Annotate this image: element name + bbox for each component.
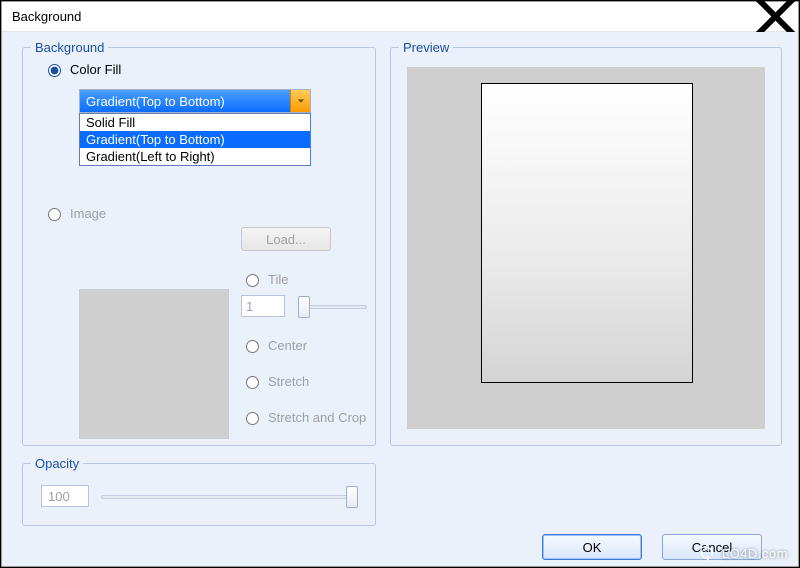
fill-type-combo-text: Gradient(Top to Bottom) xyxy=(80,90,290,112)
preview-group: Preview xyxy=(390,40,782,446)
background-group: Background Color Fill Gradient(Top to Bo… xyxy=(22,40,376,446)
opacity-group: Opacity xyxy=(22,456,376,526)
radio-tile-input[interactable] xyxy=(246,274,259,287)
preview-page xyxy=(481,83,693,383)
load-button-label: Load... xyxy=(266,232,306,247)
titlebar: Background xyxy=(2,2,798,32)
radio-stretch-crop-label: Stretch and Crop xyxy=(268,410,366,425)
dialog-window: Background Background Color Fill Gradien… xyxy=(1,1,799,567)
ok-button-label: OK xyxy=(583,540,602,555)
radio-image-label: Image xyxy=(70,206,106,221)
radio-image-input[interactable] xyxy=(48,208,61,221)
watermark: LO4D.com xyxy=(698,544,788,562)
background-legend: Background xyxy=(31,40,108,55)
radio-stretch-input[interactable] xyxy=(246,376,259,389)
preview-legend: Preview xyxy=(399,40,453,55)
tile-slider[interactable] xyxy=(299,305,367,309)
radio-center[interactable]: Center xyxy=(241,337,307,353)
chevron-down-icon xyxy=(297,97,305,105)
client-area: Background Color Fill Gradient(Top to Bo… xyxy=(2,32,798,566)
tile-slider-thumb[interactable] xyxy=(298,296,310,318)
radio-color-fill[interactable]: Color Fill xyxy=(43,61,121,77)
radio-tile-label: Tile xyxy=(268,272,288,287)
option-gradient-left-right[interactable]: Gradient(Left to Right) xyxy=(80,148,310,165)
radio-stretch-label: Stretch xyxy=(268,374,309,389)
option-solid-fill[interactable]: Solid Fill xyxy=(80,114,310,131)
ok-button[interactable]: OK xyxy=(542,534,642,560)
opacity-value-input[interactable] xyxy=(41,485,89,507)
radio-stretch[interactable]: Stretch xyxy=(241,373,309,389)
option-gradient-top-bottom[interactable]: Gradient(Top to Bottom) xyxy=(80,131,310,148)
close-button[interactable] xyxy=(753,2,798,32)
radio-stretch-crop[interactable]: Stretch and Crop xyxy=(241,409,366,425)
radio-stretch-crop-input[interactable] xyxy=(246,412,259,425)
fill-type-combo-button[interactable] xyxy=(290,90,310,112)
tile-count-input[interactable] xyxy=(241,295,285,317)
preview-area xyxy=(407,67,765,429)
load-button[interactable]: Load... xyxy=(241,227,331,251)
radio-center-input[interactable] xyxy=(246,340,259,353)
opacity-legend: Opacity xyxy=(31,456,83,471)
watermark-text: LO4D.com xyxy=(722,546,788,561)
window-title: Background xyxy=(12,9,81,24)
fill-type-combo[interactable]: Gradient(Top to Bottom) xyxy=(79,89,311,113)
radio-color-fill-input[interactable] xyxy=(48,64,61,77)
radio-center-label: Center xyxy=(268,338,307,353)
radio-image[interactable]: Image xyxy=(43,205,106,221)
refresh-icon xyxy=(698,544,716,562)
opacity-slider-thumb[interactable] xyxy=(346,486,358,508)
image-thumbnail xyxy=(79,289,229,439)
opacity-slider[interactable] xyxy=(101,495,357,499)
radio-color-fill-label: Color Fill xyxy=(70,62,121,77)
fill-type-dropdown: Solid Fill Gradient(Top to Bottom) Gradi… xyxy=(79,113,311,166)
radio-tile[interactable]: Tile xyxy=(241,271,288,287)
